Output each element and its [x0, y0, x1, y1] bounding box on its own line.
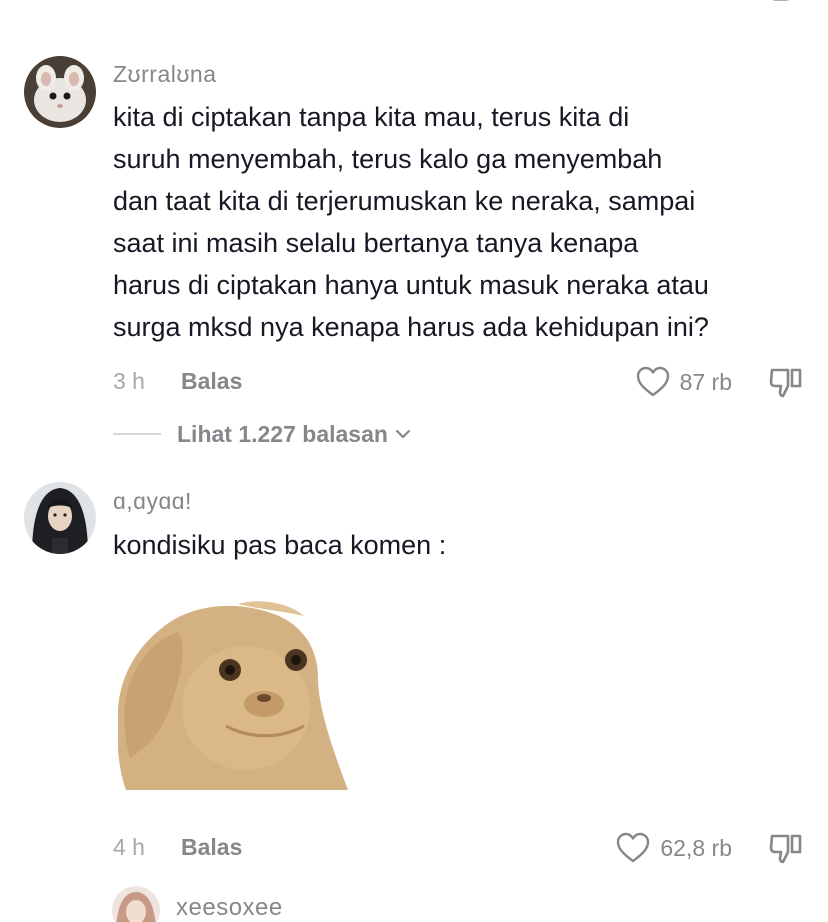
reply-button[interactable]: Balas — [181, 834, 242, 861]
avatar[interactable] — [112, 886, 160, 922]
comment-text-line: saat ini masih selalu bertanya tanya ken… — [113, 228, 639, 258]
comment-text-line: dan taat kita di terjerumuskan ke neraka… — [113, 186, 696, 216]
like-button[interactable]: 62,8 rb — [616, 828, 732, 868]
comment-text-line: harus di ciptakan hanya untuk masuk nera… — [113, 270, 709, 300]
view-replies-button[interactable]: Lihat 1.227 balasan — [113, 418, 412, 450]
like-count: 62,8 rb — [660, 834, 732, 861]
avatar[interactable] — [24, 482, 96, 554]
cat-sticker-image[interactable] — [118, 598, 348, 790]
thumbs-down-icon[interactable] — [768, 364, 804, 400]
avatar[interactable] — [24, 56, 96, 128]
comment-text-line: suruh menyembah, terus kalo ga menyembah — [113, 144, 663, 174]
chevron-down-icon — [395, 429, 411, 439]
reply-button[interactable]: Balas — [181, 368, 242, 395]
like-count: 87 rb — [679, 368, 732, 395]
comment-text: kondisiku pas baca komen : — [113, 530, 447, 560]
heart-outline-icon — [636, 366, 669, 397]
comment-username[interactable]: ɑ,ɑyɑɑ! — [113, 488, 192, 515]
comment-time: 4 h — [113, 834, 145, 860]
thumbs-down-icon[interactable] — [768, 830, 804, 866]
comment-username[interactable]: xeesoxee — [176, 894, 283, 922]
comment-time: 3 h — [113, 368, 145, 394]
view-replies-label: Lihat 1.227 balasan — [177, 420, 388, 447]
divider-line — [113, 433, 161, 435]
avatar-image — [24, 56, 96, 128]
heart-outline-icon — [617, 832, 650, 863]
comment-meta: 3 h Balas 87 rb — [113, 362, 804, 402]
comment-meta: 4 h Balas 62,8 rb — [113, 828, 804, 868]
like-button[interactable]: 87 rb — [636, 362, 732, 402]
avatar-image — [112, 886, 160, 922]
comment-username[interactable]: Zʊrralʊna — [113, 61, 217, 88]
comment-text: kita di ciptakan tanpa kita mau, terus k… — [113, 96, 803, 348]
comment-text-line: kita di ciptakan tanpa kita mau, terus k… — [113, 102, 630, 132]
comment-text-line: surga mksd nya kenapa harus ada kehidupa… — [113, 312, 709, 342]
avatar-image — [24, 482, 96, 554]
top-edge-icon — [772, 0, 790, 1]
